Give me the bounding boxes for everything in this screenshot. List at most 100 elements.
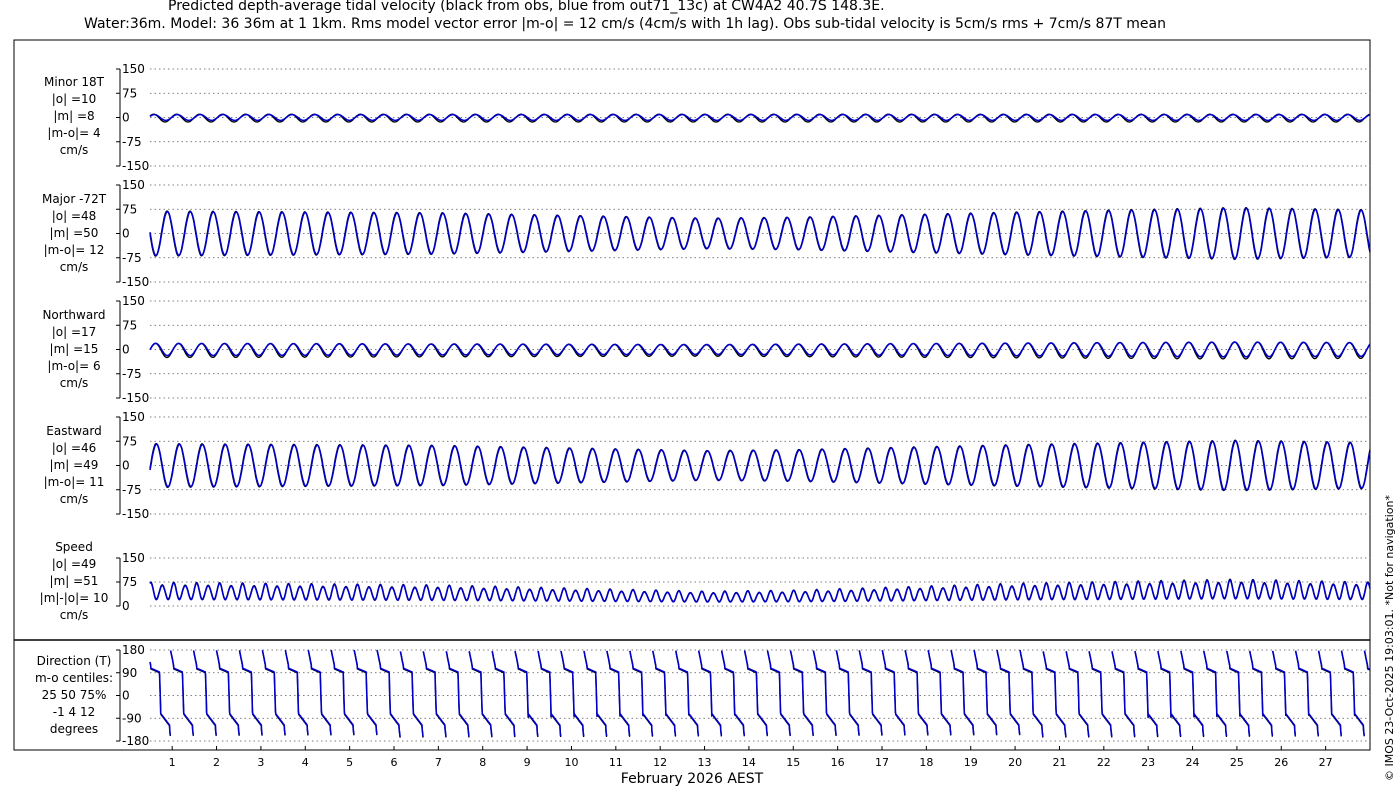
y-tick-label-eastward: -150 — [122, 507, 149, 521]
series-model-direction — [1042, 651, 1067, 737]
x-tick-label: 16 — [831, 756, 845, 769]
panel-minor: 150 75 0 -75 -150 Minor 18T |o| =10 |m| =8 |m-o|… — [44, 62, 1371, 173]
panel-label-minor: Minor 18T — [44, 75, 105, 89]
panel-label-direction: degrees — [50, 722, 98, 736]
y-tick-label-minor: 0 — [122, 111, 130, 125]
series-model-direction — [1019, 649, 1044, 737]
series-model-direction — [284, 650, 309, 735]
x-tick-label: 13 — [698, 756, 712, 769]
credit-text: © IMOS 23-Oct-2025 19:03:01. *Not for na… — [1383, 495, 1396, 781]
y-tick-label-minor: -75 — [122, 135, 142, 149]
series-model-direction — [1340, 650, 1365, 736]
x-tick-label: 6 — [391, 756, 398, 769]
panel-label-major: |o| =48 — [52, 209, 97, 223]
y-tick-label-speed: 150 — [122, 551, 145, 565]
x-axis-label: February 2026 AEST — [621, 771, 764, 787]
series-model-direction — [149, 661, 172, 736]
y-tick-label-speed: 75 — [122, 575, 137, 589]
panel-label-eastward: |m| =49 — [50, 458, 99, 472]
series-model-direction — [996, 649, 1021, 735]
panel-label-northward: |o| =17 — [52, 325, 97, 339]
panel-label-direction: m-o centiles: — [35, 671, 113, 685]
series-model-direction — [468, 651, 493, 737]
series-model-direction — [1363, 650, 1371, 670]
series-model-direction — [261, 650, 286, 735]
x-tick-label: 14 — [742, 756, 756, 769]
series-model-eastward — [149, 440, 1371, 491]
panel-label-direction: 25 50 75% — [42, 688, 107, 702]
x-tick-label: 27 — [1319, 756, 1333, 769]
series-model-direction — [1317, 650, 1342, 736]
y-tick-label-major: -75 — [122, 251, 142, 265]
panel-label-northward: |m-o|= 6 — [47, 359, 100, 373]
x-tick-label: 10 — [564, 756, 578, 769]
x-tick-label: 15 — [786, 756, 800, 769]
panel-label-minor: |m-o|= 4 — [47, 126, 100, 140]
series-model-direction — [399, 651, 424, 737]
panel-label-speed: |m|-|o|= 10 — [40, 591, 109, 605]
series-model-direction — [927, 650, 952, 735]
series-model-speed — [149, 579, 1371, 603]
x-axis: 1 2 3 4 5 6 7 8 9 10 11 12 13 14 15 16 17 18 19 20 21 22 23 24 2… — [150, 746, 1370, 769]
x-tick-label: 3 — [257, 756, 264, 769]
x-tick-label: 5 — [346, 756, 353, 769]
chart-panels: 150 75 0 -75 -150 Minor 18T |o| =10 |m| =8 |m-o|… — [35, 62, 1371, 748]
series-model-direction — [192, 650, 217, 736]
y-tick-label-major: 0 — [122, 227, 130, 241]
x-tick-label: 19 — [964, 756, 978, 769]
y-tick-label-minor: 150 — [122, 62, 145, 76]
x-tick-label: 22 — [1097, 756, 1111, 769]
y-tick-label-eastward: 150 — [122, 410, 145, 424]
series-model-direction — [169, 650, 195, 736]
panel-label-northward: cm/s — [60, 376, 89, 390]
y-tick-label-direction: -90 — [122, 711, 142, 725]
series-obs-minor — [149, 113, 1370, 123]
series-model-direction — [950, 650, 975, 735]
panel-label-major: cm/s — [60, 260, 89, 274]
x-tick-label: 21 — [1052, 756, 1066, 769]
series-model-direction — [1294, 650, 1320, 736]
x-tick-label: 2 — [213, 756, 220, 769]
series-model-direction — [835, 650, 860, 736]
panel-label-speed: |m| =51 — [50, 574, 99, 588]
series-model-direction — [238, 650, 263, 735]
x-tick-label: 9 — [524, 756, 531, 769]
series-model-direction — [445, 651, 470, 737]
series-model-direction — [858, 650, 883, 736]
series-model-direction — [376, 649, 401, 737]
x-tick-label: 4 — [302, 756, 309, 769]
y-tick-label-northward: -150 — [122, 391, 149, 405]
x-tick-label: 26 — [1274, 756, 1288, 769]
x-tick-label: 11 — [609, 756, 623, 769]
y-tick-label-direction: -180 — [122, 734, 149, 748]
x-tick-label: 25 — [1230, 756, 1244, 769]
panel-eastward: 150 75 0 -75 -150 Eastward |o| =46 |m| =49 |m-o|… — [44, 410, 1371, 521]
series-model-direction — [330, 649, 355, 735]
panel-label-eastward: |m-o|= 11 — [44, 475, 105, 489]
series-model-direction — [720, 650, 746, 736]
panel-label-speed: |o| =49 — [52, 557, 97, 571]
panel-label-minor: cm/s — [60, 143, 89, 157]
series-model-direction — [904, 650, 929, 735]
x-tick-label: 24 — [1186, 756, 1200, 769]
y-tick-label-northward: -75 — [122, 367, 142, 381]
series-model-northward — [149, 341, 1371, 358]
y-tick-label-minor: 75 — [122, 86, 137, 100]
panel-label-speed: Speed — [55, 540, 93, 554]
panel-direction: 180 90 0 -90 -180 Direction (T) m-o centiles: 2… — [35, 643, 1371, 748]
panel-label-minor: |m| =8 — [53, 109, 94, 123]
y-tick-label-speed: 0 — [122, 599, 130, 613]
series-model-direction — [307, 650, 332, 735]
series-model-direction — [743, 650, 769, 736]
series-model-direction — [881, 650, 906, 735]
x-tick-label: 8 — [479, 756, 486, 769]
y-tick-label-eastward: 75 — [122, 434, 137, 448]
y-tick-label-direction: 90 — [122, 666, 137, 680]
panel-label-northward: Northward — [42, 308, 105, 322]
panel-label-eastward: cm/s — [60, 492, 89, 506]
series-model-minor — [149, 113, 1371, 122]
series-model-direction — [215, 650, 240, 736]
series-model-direction — [675, 650, 700, 736]
series-model-direction — [1088, 651, 1113, 737]
series-model-direction — [353, 649, 378, 735]
